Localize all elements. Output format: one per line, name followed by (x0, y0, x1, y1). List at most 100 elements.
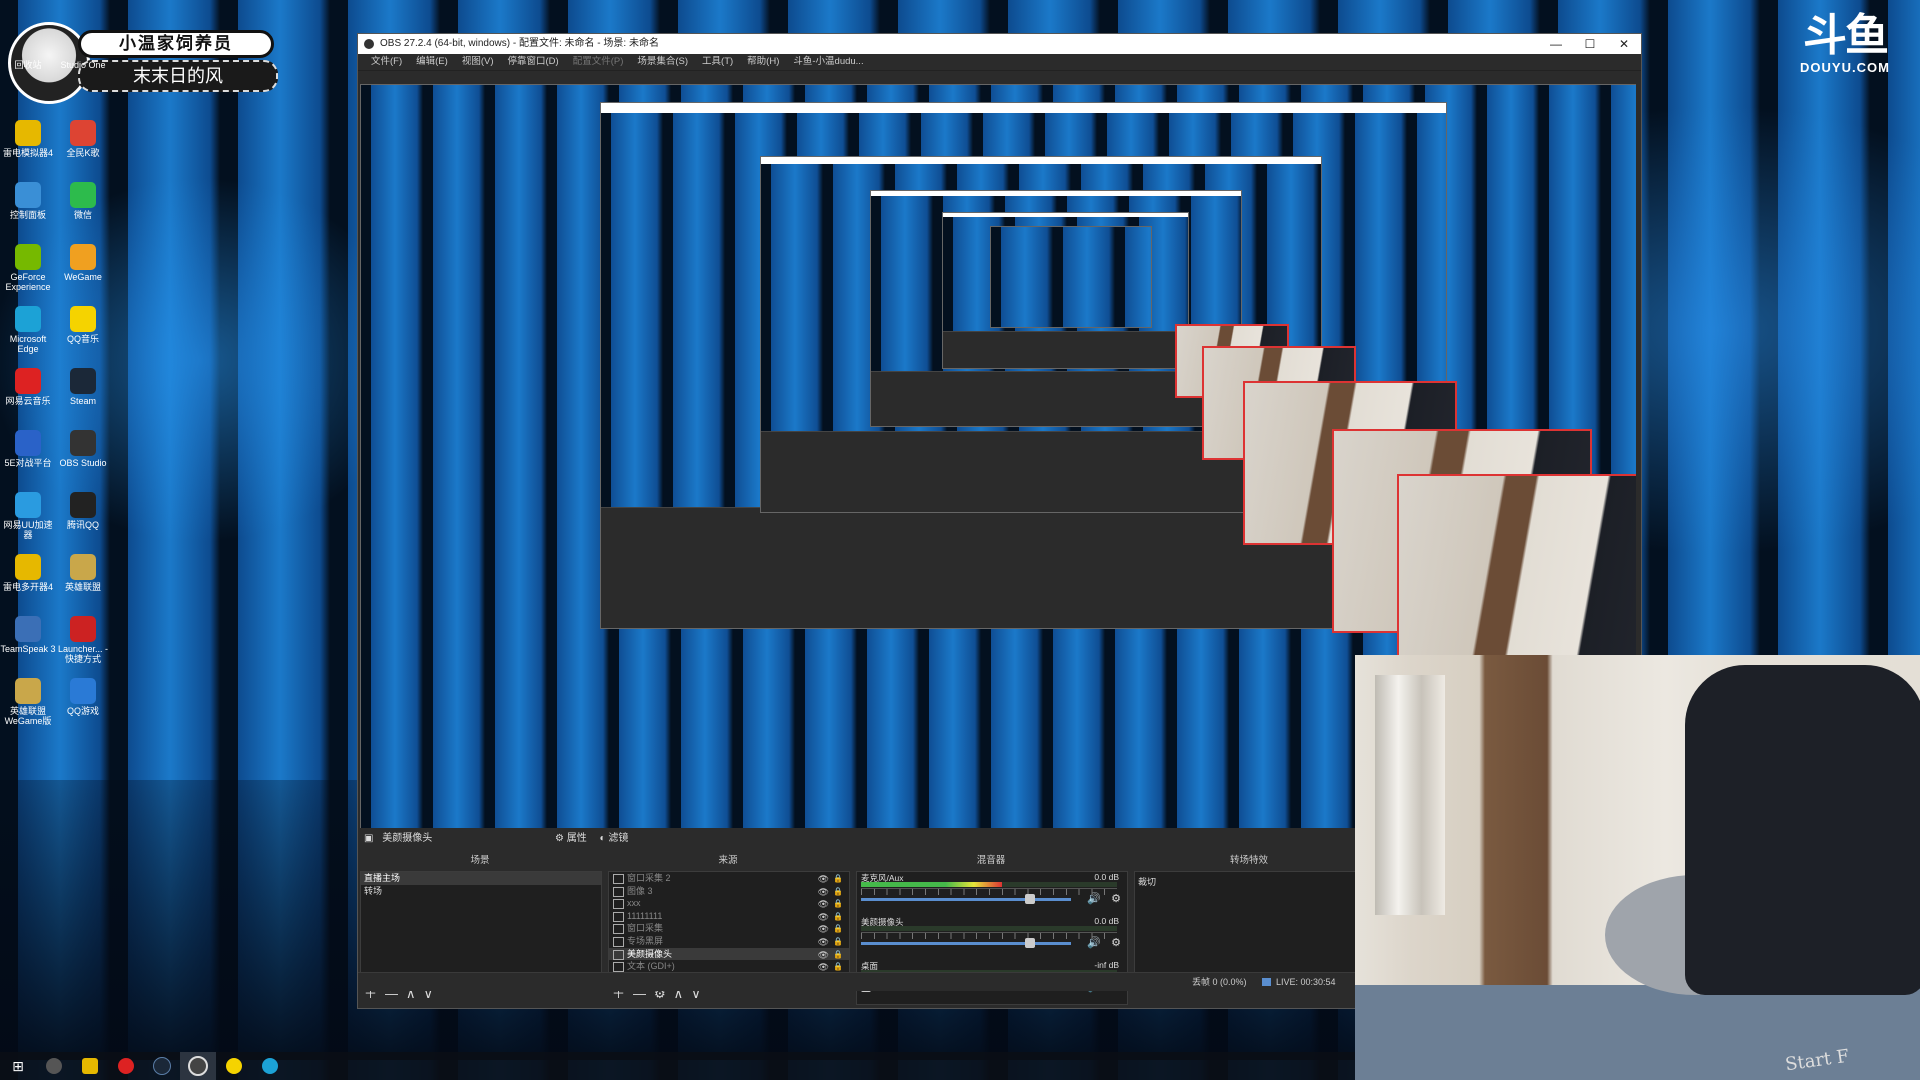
source-label: 窗口采集 2 (627, 873, 671, 883)
desktop-icon-obs[interactable]: OBS Studio (55, 430, 111, 468)
dropped-frames: 丢帧 0 (0.0%) (1192, 977, 1247, 987)
scenes-list[interactable]: 直播主场 转场 (360, 871, 602, 985)
qq-icon (70, 492, 96, 518)
source-label: 专场黑屏 (627, 935, 664, 946)
menu-item-8[interactable]: 斗鱼-小温dudu... (786, 54, 870, 70)
volume-meter (861, 882, 1117, 887)
mixer-channel: 美颜摄像头 0.0 dB 🔊 ⚙ (857, 916, 1127, 960)
source-type-icon (613, 962, 624, 973)
gear-icon[interactable]: ⚙ (1111, 892, 1121, 905)
menu-item-4[interactable]: 配置文件(P) (566, 54, 631, 70)
source-label: 图像 3 (627, 885, 653, 896)
filters-button[interactable]: ◐ 滤镜 (600, 833, 629, 844)
desktop-icon-edge[interactable]: Microsoft Edge (0, 306, 56, 354)
badge-title: 小温家饲养员 (78, 30, 274, 58)
launcher-icon (70, 616, 96, 642)
source-item[interactable]: xxx 👁 🔒 (609, 897, 849, 910)
desktop-icon-lol[interactable]: 英雄联盟 (55, 554, 111, 592)
desktop-icon-ldplayer[interactable]: 雷电模拟器4 (0, 120, 56, 158)
edge-icon[interactable] (252, 1052, 288, 1080)
menu-item-7[interactable]: 帮助(H) (740, 54, 786, 70)
desktop-icon-control-panel[interactable]: 控制面板 (0, 182, 56, 220)
maximize-button[interactable]: ☐ (1573, 34, 1607, 54)
desktop-icon-launcher[interactable]: Launcher... - 快捷方式 (55, 616, 111, 664)
taskbar: ⊞ (0, 1052, 1355, 1080)
desktop-icon-wegame[interactable]: WeGame (55, 244, 111, 282)
start-icon[interactable]: ⊞ (0, 1052, 36, 1080)
desktop-icon-geforce[interactable]: GeForce Experience (0, 244, 56, 292)
obs-icon (70, 430, 96, 456)
obs-icon[interactable] (180, 1052, 216, 1080)
menu-item-6[interactable]: 工具(T) (695, 54, 740, 70)
slider-knob[interactable] (1025, 938, 1035, 948)
scene-item[interactable]: 转场 (361, 885, 601, 898)
desktop-icon-label: TeamSpeak 3 (0, 644, 56, 654)
desktop-icon-5e[interactable]: 5E对战平台 (0, 430, 56, 468)
desktop-icon-recycle-bin[interactable]: 回收站 (0, 60, 56, 70)
source-item[interactable]: 窗口采集 👁 🔒 (609, 922, 849, 935)
transition-select[interactable]: 裁切 (1135, 876, 1365, 889)
speaker-icon[interactable]: 🔊 (1087, 892, 1101, 905)
channel-db: 0.0 dB (1094, 916, 1119, 926)
source-type-icon (613, 911, 624, 922)
source-item[interactable]: 图像 3 👁 🔒 (609, 885, 849, 898)
menu-item-5[interactable]: 场景集合(S) (630, 54, 695, 70)
source-item[interactable]: 美颜摄像头 👁 🔒 (609, 947, 849, 961)
source-item[interactable]: 专场黑屏 👁 🔒 (609, 935, 849, 948)
transitions-panel[interactable]: 裁切 (1134, 871, 1366, 985)
gear-icon[interactable]: ⚙ (1111, 936, 1121, 949)
desktop-icon-netease-music[interactable]: 网易云音乐 (0, 368, 56, 406)
source-item[interactable]: 文本 (GDI+) 👁 🔒 (609, 960, 849, 973)
desktop-icon-uu[interactable]: 网易UU加速器 (0, 492, 56, 540)
netease-music-icon[interactable] (108, 1052, 144, 1080)
desktop-icon-qq-music[interactable]: QQ音乐 (55, 306, 111, 344)
minimize-button[interactable]: — (1539, 34, 1573, 54)
mixer-title: 混音器 (856, 853, 1126, 869)
desktop-icon-studio-one[interactable]: Studio One (55, 60, 111, 70)
desktop-icon-qq-game[interactable]: QQ游戏 (55, 678, 111, 716)
live-time: LIVE: 00:30:54 (1276, 977, 1336, 987)
source-label: 窗口采集 (627, 923, 664, 934)
meter-scale (861, 888, 1117, 895)
speaker-icon[interactable]: 🔊 (1087, 936, 1101, 949)
slider-knob[interactable] (1025, 894, 1035, 904)
steam-icon[interactable] (144, 1052, 180, 1080)
menu-item-0[interactable]: 文件(F) (364, 54, 409, 70)
uu-icon (15, 492, 41, 518)
source-item[interactable]: 11111111 👁 🔒 (609, 910, 849, 923)
wechat-icon (70, 182, 96, 208)
menu-item-3[interactable]: 停靠窗口(D) (500, 54, 565, 70)
desktop-icon-label: Steam (69, 396, 96, 406)
desktop-icon-ld-multi[interactable]: 雷电多开器4 (0, 554, 56, 592)
desktop-icon-label: 控制面板 (9, 210, 46, 220)
obs-app-icon (364, 39, 374, 49)
source-type-icon (613, 949, 624, 960)
qq-music-icon[interactable] (216, 1052, 252, 1080)
task-view-icon[interactable] (36, 1052, 72, 1080)
source-type-icon (613, 924, 624, 935)
menu-item-2[interactable]: 视图(V) (455, 54, 501, 70)
source-type-icon (613, 936, 624, 947)
desktop-icon-lol-wegame[interactable]: 英雄联盟 WeGame版 (0, 678, 56, 726)
desktop-icon-teamspeak[interactable]: TeamSpeak 3 (0, 616, 56, 654)
sources-list[interactable]: 窗口采集 2 👁 🔒 图像 3 👁 🔒 xxx 👁 🔒 11111111 👁 🔒 窗口采集 👁 🔒 专场黑屏 👁… (608, 871, 850, 985)
desktop-icon-label: 回收站 (14, 60, 42, 70)
desktop-icon-qq[interactable]: 腾讯QQ (55, 492, 111, 530)
source-type-icon (613, 899, 624, 910)
file-explorer-icon[interactable] (72, 1052, 108, 1080)
desktop-icon-wechat[interactable]: 微信 (55, 182, 111, 220)
volume-slider[interactable] (861, 938, 1071, 948)
source-item[interactable]: 窗口采集 2 👁 🔒 (609, 872, 849, 885)
desktop-icon-steam[interactable]: Steam (55, 368, 111, 406)
quanmin-k-icon (70, 120, 96, 146)
desktop-icon-label: Microsoft Edge (9, 334, 47, 354)
desktop-icon-label: QQ音乐 (66, 334, 99, 344)
volume-slider[interactable] (861, 894, 1071, 904)
desktop-icon-quanmin-k[interactable]: 全民K歌 (55, 120, 111, 158)
menu-item-1[interactable]: 编辑(E) (409, 54, 455, 70)
obs-titlebar[interactable]: OBS 27.2.4 (64-bit, windows) - 配置文件: 未命名… (358, 34, 1641, 54)
scene-item[interactable]: 直播主场 (361, 872, 601, 885)
properties-button[interactable]: ⚙ 属性 (555, 833, 587, 844)
obs-title: OBS 27.2.4 (64-bit, windows) - 配置文件: 未命名… (380, 38, 659, 49)
close-button[interactable]: ✕ (1607, 34, 1641, 54)
